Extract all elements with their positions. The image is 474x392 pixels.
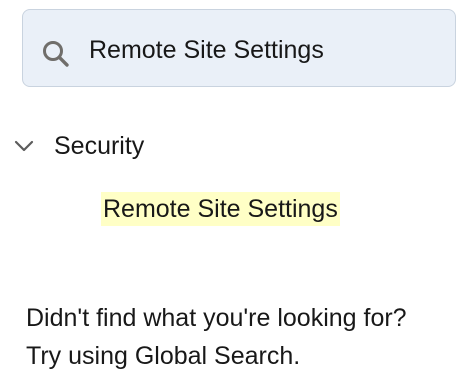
section-toggle-security[interactable]: Security — [12, 128, 144, 164]
no-results-question: Didn't find what you're looking for? — [26, 304, 407, 332]
chevron-down-icon — [12, 134, 36, 158]
setup-quick-find-panel: Security Remote Site Settings Didn't fin… — [0, 0, 474, 392]
quick-find-input[interactable] — [89, 30, 429, 70]
section-label: Security — [54, 131, 145, 160]
result-item-remote-site-settings[interactable]: Remote Site Settings — [101, 192, 340, 226]
result-item-label: Remote Site Settings — [101, 192, 340, 226]
no-results-hint: Didn't find what you're looking for? Try… — [26, 299, 466, 375]
global-search-suggestion: Try using Global Search. — [26, 342, 301, 370]
search-icon — [41, 39, 71, 69]
quick-find-search-box[interactable] — [22, 9, 456, 87]
